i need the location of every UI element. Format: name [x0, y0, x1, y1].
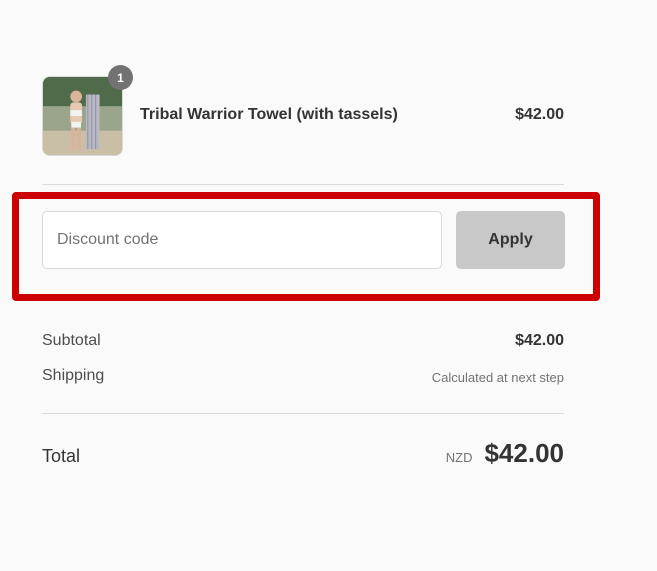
apply-discount-button[interactable]: Apply	[456, 211, 565, 269]
shipping-value: Calculated at next step	[431, 370, 564, 385]
subtotal-label: Subtotal	[42, 332, 101, 349]
total-amount: NZD $42.00	[446, 438, 564, 469]
divider	[42, 184, 564, 185]
subtotal-value: $42.00	[515, 332, 564, 349]
product-photo-icon	[43, 77, 122, 155]
divider	[42, 413, 564, 414]
product-thumbnail	[42, 76, 123, 156]
product-name: Tribal Warrior Towel (with tassels)	[140, 106, 398, 123]
order-summary: 1 Tribal Warrior Towel (with tassels) $4…	[0, 0, 657, 571]
discount-code-input[interactable]	[42, 211, 442, 269]
product-price: $42.00	[515, 106, 564, 123]
currency-code: NZD	[445, 450, 473, 465]
grand-total-value: $42.00	[484, 438, 564, 468]
total-label: Total	[42, 446, 81, 466]
quantity-badge: 1	[108, 65, 133, 90]
shipping-label: Shipping	[42, 367, 105, 384]
